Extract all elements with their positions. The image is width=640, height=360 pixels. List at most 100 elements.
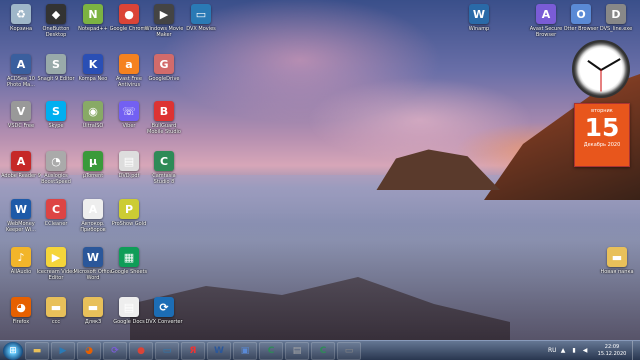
desktop-icon[interactable]: a Avast Free Antivirus <box>110 54 148 88</box>
desktop-icon[interactable]: ▤ Google Docs <box>110 297 148 325</box>
desktop-icon[interactable]: ▬ ссс <box>37 297 75 325</box>
taskbar-item-screen[interactable]: ▭ <box>337 341 361 360</box>
acdsee-icon: A <box>11 54 31 74</box>
calendar-gadget[interactable]: вторник 15 Декабрь 2020 <box>574 103 630 167</box>
taskbar-item-notes[interactable]: ▤ <box>285 341 309 360</box>
desktop-icon[interactable]: W WebMoney Keeper Wi... <box>2 199 40 233</box>
taskbar-clock[interactable]: 22:09 15.12.2020 <box>592 344 632 358</box>
desktop-icon[interactable]: C Camtasia Studio 8 <box>145 151 183 185</box>
desktop-icon-label: Snagit 9 Editor <box>37 76 75 82</box>
taskbar-item-browser[interactable]: ⟳ <box>103 341 127 360</box>
clock-hour-hand <box>587 60 602 71</box>
desktop-icon[interactable]: µ µTorrent <box>74 151 112 179</box>
taskbar-item-explorer[interactable]: ▬ <box>25 341 49 360</box>
desktop-icon[interactable]: ⟳ DVX Converter <box>145 297 183 325</box>
desktop-icon-label: VSDC Free <box>7 123 35 129</box>
desktop-icon-label: GoogleDrive <box>148 76 180 82</box>
network-icon[interactable]: ▮ <box>570 347 578 355</box>
taskbar-item-camtasia[interactable]: C <box>259 341 283 360</box>
taskbar-item-yandex[interactable]: Я <box>181 341 205 360</box>
app-icon: B <box>154 101 174 121</box>
snagit-icon: S <box>46 54 66 74</box>
desktop-icon[interactable]: ▦ Google Sheets <box>110 247 148 275</box>
start-button[interactable]: ⊞ <box>3 341 23 360</box>
taskbar-item-word[interactable]: W <box>207 341 231 360</box>
desktop-icon[interactable]: A Avast Secure Browser <box>527 4 565 38</box>
desktop-icon[interactable]: W Winamp <box>460 4 498 32</box>
docs-icon: ▤ <box>119 297 139 317</box>
taskbar-item-app[interactable]: ▣ <box>233 341 257 360</box>
desktop-icon[interactable]: ▶ Windows Movie Maker <box>145 4 183 38</box>
desktop-icon[interactable]: ▬ Новая папка <box>598 247 636 275</box>
folder-icon: ▬ <box>46 297 66 317</box>
desktop-icon[interactable]: G GoogleDrive <box>145 54 183 82</box>
desktop-icon[interactable]: P ProShow Gold <box>110 199 148 227</box>
desktop-icon[interactable]: ♪ AllAudio <box>2 247 40 275</box>
desktop-icon[interactable]: N Notepad++ <box>74 4 112 32</box>
desktop-icon[interactable]: ◔ Auslogics BoostSpeed <box>37 151 75 185</box>
desktop-icon[interactable]: ◆ OneButton Desktop <box>37 4 75 38</box>
show-desktop-button[interactable] <box>632 341 640 360</box>
clock-minute-hand <box>600 58 621 71</box>
clock-gadget[interactable] <box>572 40 630 98</box>
taskbar-item-monitor[interactable]: ▭ <box>155 341 179 360</box>
desktop-icon-label: CCleaner <box>44 221 68 227</box>
utorrent-icon: µ <box>83 151 103 171</box>
taskbar-item-firefox[interactable]: ◕ <box>77 341 101 360</box>
desktop-icon[interactable]: ◕ Firefox <box>2 297 40 325</box>
folder-icon: ▬ <box>607 247 627 267</box>
taskbar-item-media[interactable]: ▶ <box>51 341 75 360</box>
desktop-icon[interactable]: ♻ Корзина <box>2 4 40 32</box>
desktop-icon[interactable]: C CCleaner <box>37 199 75 227</box>
taskbar-item-chrome[interactable]: ● <box>129 341 153 360</box>
desktop-icon[interactable]: W Microsoft Office Word <box>74 247 112 281</box>
desktop-icon-label: Icecream Video Editor <box>36 269 76 281</box>
desktop-icon-label: Camtasia Studio 8 <box>152 173 176 185</box>
language-indicator[interactable]: RU <box>548 347 557 355</box>
desktop-icon-label: ProShow Gold <box>111 221 147 227</box>
desktop-icon-label: Корзина <box>9 26 33 32</box>
desktop-icon[interactable]: K Kompa Neo <box>74 54 112 82</box>
desktop-icon-label: Kompa Neo <box>78 76 108 82</box>
desktop-icon[interactable]: B BullGuard Mobile Studio <box>145 101 183 135</box>
desktop-icon-label: DVS_line.exe <box>599 26 633 32</box>
up-arrow-icon[interactable]: ▲ <box>559 347 567 355</box>
calendar-month: Декабрь 2020 <box>583 142 621 148</box>
font-icon: A <box>83 199 103 219</box>
desktop-icon-label: Auslogics BoostSpeed <box>41 173 71 185</box>
desktop-icon-label: Microsoft Office Word <box>73 269 113 281</box>
desktop-icon-label: Firefox <box>12 319 30 325</box>
winamp-icon: W <box>469 4 489 24</box>
skype-icon: S <box>46 101 66 121</box>
desktop-icon[interactable]: A ACDSee 10 Photo Ma... <box>2 54 40 88</box>
desktop-icon-label: Автокор. Приборов <box>80 221 106 233</box>
desktop-icon[interactable]: O Otter Browser <box>562 4 600 32</box>
desktop-icon[interactable]: ◉ UltraISO <box>74 101 112 129</box>
desktop-icon-label: Viber <box>122 123 136 129</box>
app-icon: ◆ <box>46 4 66 24</box>
desktop-icon[interactable]: ☏ Viber <box>110 101 148 129</box>
audio-icon: ♪ <box>11 247 31 267</box>
avast-icon: a <box>119 54 139 74</box>
taskbar-item-camtasia2[interactable]: C <box>311 341 335 360</box>
desktop-icon[interactable]: S Snagit 9 Editor <box>37 54 75 82</box>
taskbar-items: ▬ ▶ ◕ ⟳ ● ▭ Я W ▣ C ▤ C ▭ <box>23 341 361 360</box>
desktop-icon[interactable]: A Adobe Reader 9 <box>1 151 41 179</box>
desktop-icon[interactable]: A Автокор. Приборов <box>74 199 112 233</box>
desktop-icon[interactable]: ▤ DVD.pdf <box>110 151 148 179</box>
desktop-icon-label: DVX Movies <box>186 26 216 32</box>
desktop-icon-label: Winamp <box>468 26 490 32</box>
desktop-icon[interactable]: S Skype <box>37 101 75 129</box>
volume-icon[interactable]: ◀ <box>581 347 589 355</box>
desktop-icon[interactable]: ▶ Icecream Video Editor <box>37 247 75 281</box>
desktop-icon[interactable]: V VSDC Free <box>2 101 40 129</box>
sheets-icon: ▦ <box>119 247 139 267</box>
desktop-icon-label: DVX Converter <box>145 319 183 325</box>
desktop-icon-label: µTorrent <box>82 173 104 179</box>
app-icon: ◔ <box>46 151 66 171</box>
desktop-icon[interactable]: ▭ DVX Movies <box>182 4 220 32</box>
desktop-icon[interactable]: ● Google Chrome <box>110 4 148 32</box>
desktop-icon[interactable]: ▬ ДлякЗ <box>74 297 112 325</box>
desktop-icon[interactable]: D DVS_line.exe <box>597 4 635 32</box>
chrome-icon: ● <box>119 4 139 24</box>
